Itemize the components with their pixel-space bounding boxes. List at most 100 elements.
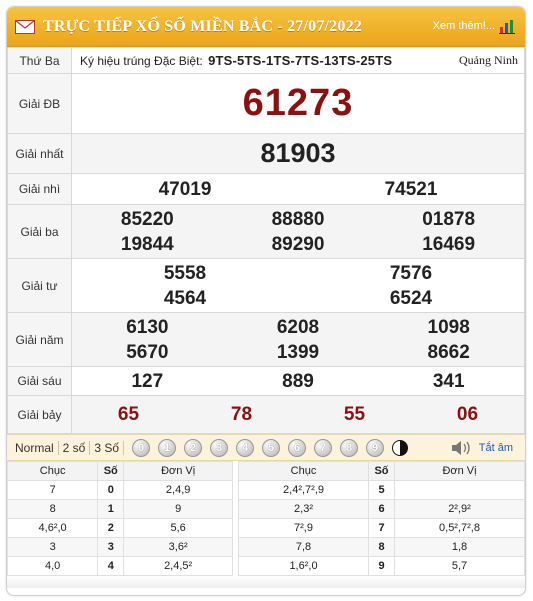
donvi-cell: 3,6² bbox=[123, 537, 234, 557]
so-cell: 5 bbox=[368, 480, 395, 500]
prize-4-number: 7576 bbox=[389, 262, 433, 284]
prize-4-number: 4564 bbox=[163, 287, 207, 309]
prize-3-cell: 85220 88880 01878 19844 89290 16469 bbox=[71, 204, 525, 259]
prize-db-cell: 61273 bbox=[71, 73, 525, 134]
prize-3-number: 89290 bbox=[271, 233, 325, 255]
so-cell: 3 bbox=[97, 537, 125, 557]
so-cell: 6 bbox=[368, 499, 395, 519]
digit-ball-button[interactable]: 5 bbox=[262, 438, 281, 457]
col-header-donvi: Đơn Vị bbox=[123, 461, 234, 481]
mute-toggle[interactable]: Tắt âm bbox=[451, 440, 513, 455]
digit-ball-button[interactable]: 8 bbox=[340, 438, 359, 457]
so-cell: 8 bbox=[368, 537, 395, 557]
donvi-cell: 5,7 bbox=[394, 556, 525, 576]
prize-5-number: 8662 bbox=[427, 341, 470, 363]
lottery-widget: TRỰC TIẾP XỔ SỐ MIỀN BẮC - 27/07/2022 Xe… bbox=[6, 6, 526, 596]
prize-5-number: 5670 bbox=[126, 341, 169, 363]
prize-7-number: 78 bbox=[230, 404, 253, 425]
donvi-cell: 2,4,9 bbox=[123, 480, 234, 500]
table-row: 4,0 4 2,4,5² 1,6²,0 9 5,7 bbox=[7, 556, 525, 576]
chuc-cell: 4,6²,0 bbox=[7, 518, 99, 538]
donvi-cell: 2,4,5² bbox=[123, 556, 234, 576]
so-cell: 0 bbox=[97, 480, 125, 500]
col-header-chuc: Chục bbox=[238, 461, 369, 481]
prize-label-2: Giải nhì bbox=[7, 173, 72, 205]
so-cell: 7 bbox=[368, 518, 395, 538]
more-link[interactable]: Xem thêm!... bbox=[433, 20, 495, 32]
prize-5-number: 6130 bbox=[126, 316, 169, 338]
digit-filter: 0 1 2 3 4 5 6 7 8 9 bbox=[132, 438, 409, 457]
digit-ball-button[interactable]: 0 bbox=[132, 438, 151, 457]
prize-3-number: 01878 bbox=[422, 208, 476, 230]
three-digit-mode-button[interactable]: 3 Số bbox=[90, 440, 125, 455]
prize-7-number: 06 bbox=[456, 404, 479, 425]
mail-icon bbox=[15, 19, 35, 34]
two-digit-mode-button[interactable]: 2 số bbox=[59, 440, 91, 455]
prize-7-cell: 65 78 55 06 bbox=[71, 395, 525, 434]
prize-label-4: Giải tư bbox=[7, 258, 72, 313]
prize-label-1: Giải nhất bbox=[7, 133, 72, 174]
prize-5-number: 6208 bbox=[276, 316, 320, 338]
header-bar: TRỰC TIẾP XỔ SỐ MIỀN BẮC - 27/07/2022 Xe… bbox=[7, 7, 525, 47]
col-header-chuc: Chục bbox=[7, 461, 99, 481]
prize-7-number: 55 bbox=[343, 404, 366, 425]
chuc-cell: 3 bbox=[7, 537, 99, 557]
prize-3-number: 88880 bbox=[271, 208, 325, 230]
speaker-icon bbox=[451, 440, 470, 455]
yin-yang-icon[interactable] bbox=[392, 439, 409, 456]
so-cell: 1 bbox=[97, 499, 125, 519]
page-title: TRỰC TIẾP XỔ SỐ MIỀN BẮC - 27/07/2022 bbox=[43, 17, 362, 35]
prize-1-cell: 81903 bbox=[71, 133, 525, 174]
chuc-cell: 2,4²,7²,9 bbox=[238, 480, 369, 500]
col-header-so: Số bbox=[368, 461, 395, 481]
table-row: 8 1 9 2,3² 6 2²,9² bbox=[7, 499, 525, 519]
special-code-value: 9TS-5TS-1TS-7TS-13TS-25TS bbox=[208, 53, 393, 68]
prize-5-number: 1098 bbox=[427, 316, 470, 338]
chuc-cell: 8 bbox=[7, 499, 99, 519]
donvi-cell: 1,8 bbox=[394, 537, 525, 557]
prize-7-number: 65 bbox=[117, 404, 140, 425]
digit-ball-button[interactable]: 7 bbox=[314, 438, 333, 457]
prize-6-number: 341 bbox=[432, 370, 465, 392]
prize-3-number: 85220 bbox=[120, 208, 174, 230]
donvi-cell: 2²,9² bbox=[394, 499, 525, 519]
digit-ball-button[interactable]: 4 bbox=[236, 438, 255, 457]
table-row: 7 0 2,4,9 2,4²,7²,9 5 bbox=[7, 480, 525, 500]
results-table: Thứ Ba Ký hiệu trúng Đặc Biệt: 9TS-5TS-1… bbox=[7, 47, 525, 434]
so-cell: 2 bbox=[97, 518, 125, 538]
prize-2-number: 74521 bbox=[384, 178, 438, 200]
table-row: 4,6²,0 2 5,6 7²,9 7 0,5²,7²,8 bbox=[7, 518, 525, 538]
prize-label-7: Giải bảy bbox=[7, 395, 72, 434]
bottom-bar bbox=[7, 576, 525, 588]
normal-mode-button[interactable]: Normal bbox=[11, 440, 59, 455]
prize-5-number: 1399 bbox=[276, 341, 320, 363]
prize-label-3: Giải ba bbox=[7, 204, 72, 259]
chuc-cell: 7 bbox=[7, 480, 99, 500]
bar-chart-icon[interactable] bbox=[499, 18, 515, 34]
donvi-cell bbox=[394, 480, 525, 500]
prize-6-cell: 127 889 341 bbox=[71, 366, 525, 396]
donvi-cell: 0,5²,7²,8 bbox=[394, 518, 525, 538]
digit-ball-button[interactable]: 2 bbox=[184, 438, 203, 457]
chuc-cell: 2,3² bbox=[238, 499, 369, 519]
prize-3-number: 19844 bbox=[120, 233, 174, 255]
prize-2-cell: 47019 74521 bbox=[71, 173, 525, 205]
prize-6-number: 127 bbox=[131, 370, 164, 392]
prize-4-cell: 5558 7576 4564 6524 bbox=[71, 258, 525, 313]
prize-1-number: 81903 bbox=[260, 138, 336, 168]
donvi-cell: 5,6 bbox=[123, 518, 234, 538]
donvi-cell: 9 bbox=[123, 499, 234, 519]
digit-ball-button[interactable]: 3 bbox=[210, 438, 229, 457]
prize-4-number: 6524 bbox=[389, 287, 433, 309]
special-code-row: Ký hiệu trúng Đặc Biệt: 9TS-5TS-1TS-7TS-… bbox=[71, 47, 525, 74]
special-code-label: Ký hiệu trúng Đặc Biệt: bbox=[80, 54, 203, 68]
chuc-cell: 7,8 bbox=[238, 537, 369, 557]
head-tail-table: Chục Số Đơn Vị Chục Số Đơn Vị 7 0 2,4,9 … bbox=[7, 461, 525, 576]
prize-2-number: 47019 bbox=[158, 178, 212, 200]
digit-ball-button[interactable]: 9 bbox=[366, 438, 385, 457]
digit-ball-button[interactable]: 6 bbox=[288, 438, 307, 457]
digit-ball-button[interactable]: 1 bbox=[158, 438, 177, 457]
prize-db-number: 61273 bbox=[242, 82, 354, 124]
prize-label-5: Giải năm bbox=[7, 312, 72, 367]
display-toolbar: Normal 2 số 3 Số 0 1 2 3 4 5 6 7 8 9 Tắt… bbox=[7, 434, 525, 461]
